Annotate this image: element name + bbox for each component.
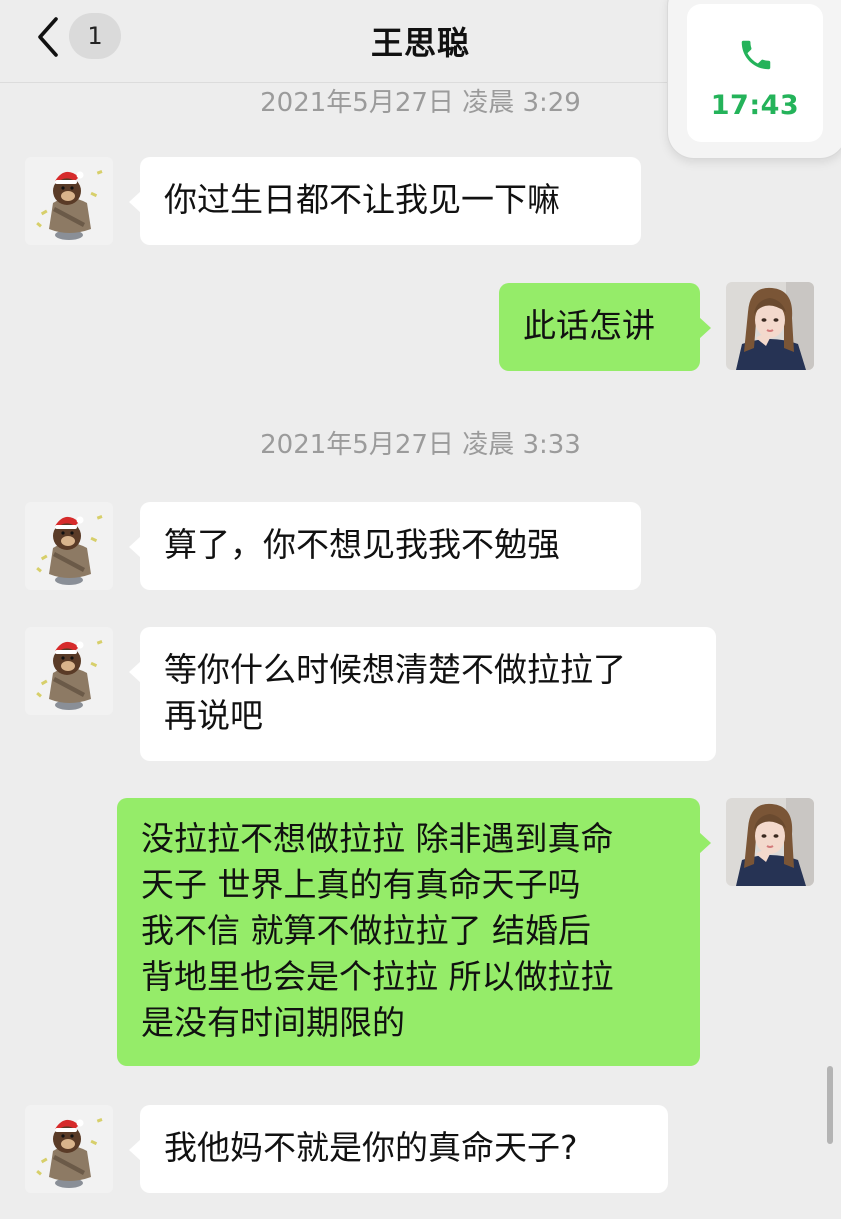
outgoing-message-bubble[interactable]: 没拉拉不想做拉拉 除非遇到真命 天子 世界上真的有真命天子吗 我不信 就算不做拉… xyxy=(117,798,711,1066)
contact-avatar[interactable] xyxy=(25,1105,113,1193)
phone-icon xyxy=(741,40,771,70)
incoming-message-bubble[interactable]: 你过生日都不让我见一下嘛 xyxy=(129,157,641,245)
outgoing-message-bubble[interactable]: 此话怎讲 xyxy=(499,283,711,371)
bear-avatar-icon xyxy=(25,157,113,245)
incoming-message-bubble[interactable]: 等你什么时候想清楚不做拉拉了 再说吧 xyxy=(129,627,716,761)
message-timestamp: 2021年5月27日 凌晨 3:29 xyxy=(260,88,581,118)
message-timestamp: 2021年5月27日 凌晨 3:33 xyxy=(260,430,581,460)
my-avatar[interactable] xyxy=(726,798,814,886)
girl-avatar-icon xyxy=(726,282,814,370)
bear-avatar-icon xyxy=(25,627,113,715)
contact-avatar[interactable] xyxy=(25,502,113,590)
contact-avatar[interactable] xyxy=(25,627,113,715)
incoming-message-bubble[interactable]: 我他妈不就是你的真命天子? xyxy=(129,1105,668,1193)
bear-avatar-icon xyxy=(25,502,113,590)
call-widget-card[interactable]: 17:43 xyxy=(687,4,823,142)
bear-avatar-icon xyxy=(25,1105,113,1193)
my-avatar[interactable] xyxy=(726,282,814,370)
incoming-message-bubble[interactable]: 算了，你不想见我我不勉强 xyxy=(129,502,641,590)
girl-avatar-icon xyxy=(726,798,814,886)
scrollbar[interactable] xyxy=(827,1066,833,1144)
contact-avatar[interactable] xyxy=(25,157,113,245)
call-floating-window[interactable]: 17:43 xyxy=(668,0,841,158)
